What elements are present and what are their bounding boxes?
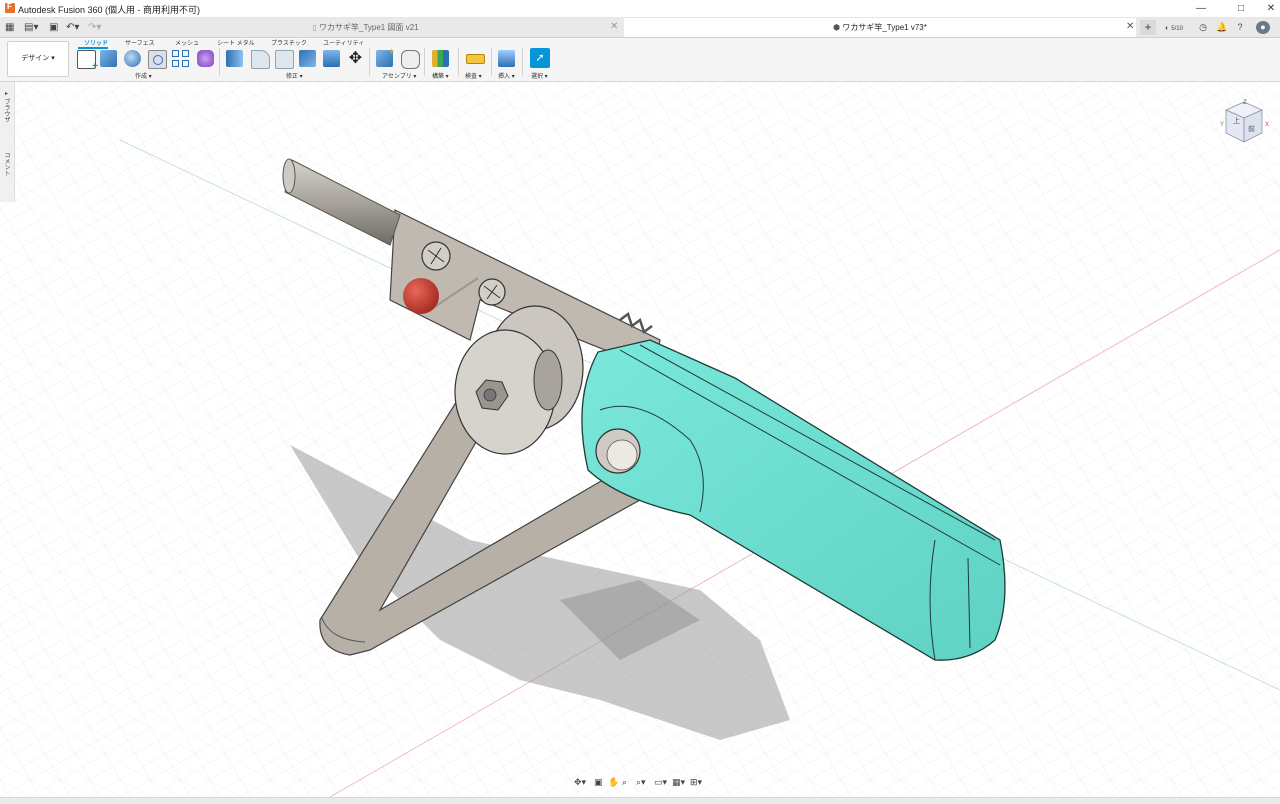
move-icon[interactable]: ✥ — [347, 50, 364, 67]
orbit-icon[interactable]: ✥▾ — [574, 777, 586, 788]
modify-menu[interactable]: 修正 ▾ — [286, 71, 303, 80]
chamfer-icon[interactable] — [275, 50, 294, 69]
construct-menu[interactable]: 構築 ▾ — [432, 71, 449, 80]
tab-model-document[interactable]: ⬢ ワカサギ竿_Type1 v73* — [624, 18, 1136, 37]
fillet-icon[interactable] — [251, 50, 270, 69]
tab-utility[interactable]: ユーティリティ — [323, 38, 364, 47]
insert-menu[interactable]: 挿入 ▾ — [498, 71, 515, 80]
separator — [458, 48, 459, 76]
notifications-icon[interactable]: 🔔 — [1215, 20, 1229, 35]
offset-plane-icon[interactable] — [432, 50, 449, 67]
tab-plastic[interactable]: プラスチック — [271, 38, 307, 47]
measure-icon[interactable] — [466, 54, 485, 64]
clock-icon[interactable]: ◷ — [1196, 20, 1210, 35]
title-bar: Autodesk Fusion 360 (個人用 - 商用利用不可) — □ ✕ — [0, 0, 1280, 18]
extrude-icon[interactable] — [100, 50, 117, 67]
separator — [219, 48, 220, 76]
separator — [424, 48, 425, 76]
3d-viewport[interactable]: 上 前 X Y Z — [0, 82, 1280, 797]
tab-surface[interactable]: サーフェス — [125, 38, 155, 47]
model-canvas[interactable] — [0, 82, 1280, 797]
grid-icon[interactable]: ▦▾ — [672, 777, 685, 788]
tab-sheet-metal[interactable]: シート メタル — [217, 38, 255, 47]
form-icon[interactable] — [197, 50, 214, 67]
view-cube[interactable] — [1224, 100, 1264, 144]
nut-bore — [483, 388, 497, 402]
insert-image-icon[interactable] — [498, 50, 515, 67]
viewcube-top-label: 上 — [1233, 118, 1240, 125]
maximize-button[interactable]: □ — [1226, 1, 1256, 16]
viewcube-x-axis: X — [1265, 122, 1270, 128]
separator — [369, 48, 370, 76]
display-icon[interactable]: ▭▾ — [654, 777, 667, 788]
float-ball[interactable] — [403, 278, 439, 314]
redo-icon[interactable]: ↷▾ — [88, 21, 101, 34]
close-tab-icon[interactable]: ✕ — [1126, 21, 1134, 32]
tab-solid[interactable]: ソリッド — [84, 38, 108, 47]
pan-icon[interactable]: ✋ — [608, 777, 619, 788]
close-window-button[interactable]: ✕ — [1256, 1, 1280, 16]
select-icon[interactable]: ➚ — [530, 48, 550, 68]
viewcube-front-label: 前 — [1248, 126, 1255, 133]
job-status[interactable]: ◐ 5/10 — [1161, 20, 1187, 35]
file-icon[interactable]: ▤▾ — [24, 21, 38, 34]
hole-icon[interactable] — [148, 50, 167, 69]
window-title: Autodesk Fusion 360 (個人用 - 商用利用不可) — [18, 5, 201, 15]
job-status-count: 5/10 — [1171, 26, 1183, 32]
select-menu[interactable]: 選択 ▾ — [531, 71, 548, 80]
active-tab-indicator — [78, 47, 108, 49]
browser-label[interactable]: ▸ ブラウザ — [2, 90, 11, 123]
tab-mesh[interactable]: メッシュ — [175, 38, 199, 47]
viewcube-y-axis: Y — [1220, 122, 1225, 128]
tab-drawing-document[interactable]: ▯ ワカサギ竿_Type1 図面 v21 — [108, 18, 623, 37]
pattern-icon[interactable] — [172, 50, 189, 67]
create-menu[interactable]: 作成 ▾ — [135, 71, 152, 80]
inspect-menu[interactable]: 検査 ▾ — [465, 71, 482, 80]
minimize-button[interactable]: — — [1186, 1, 1216, 16]
pivot-cap — [606, 439, 638, 471]
fit-icon[interactable]: ⌕▾ — [636, 777, 646, 788]
new-component-icon[interactable]: ✦ — [376, 47, 395, 67]
viewports-icon[interactable]: ⊞▾ — [690, 777, 702, 788]
separator — [522, 48, 523, 76]
tab-label: ワカサギ竿_Type1 図面 v21 — [319, 23, 419, 32]
assemble-menu[interactable]: アセンブリ ▾ — [382, 71, 416, 80]
create-sketch-icon[interactable]: + — [77, 50, 98, 72]
comments-label[interactable]: コメント — [2, 152, 11, 176]
new-tab-button[interactable]: + — [1140, 20, 1156, 35]
user-avatar[interactable]: ● — [1256, 21, 1270, 34]
rod-end — [282, 158, 296, 194]
press-pull-icon[interactable] — [226, 50, 243, 67]
separator — [491, 48, 492, 76]
close-tab-icon[interactable]: ✕ — [610, 21, 618, 32]
save-icon[interactable]: ▣ — [49, 21, 58, 34]
viewcube-z-axis: Z — [1243, 100, 1247, 106]
tab-label: ワカサギ竿_Type1 v73* — [842, 23, 927, 32]
grid-icon[interactable]: ▦ — [5, 21, 14, 34]
model-doc-icon: ⬢ — [833, 23, 843, 32]
shell-icon[interactable] — [299, 50, 316, 67]
fusion-app-icon — [5, 2, 15, 13]
reel-hub — [533, 349, 563, 411]
undo-icon[interactable]: ↶▾ — [66, 21, 79, 34]
look-icon[interactable]: ▣ — [594, 777, 603, 788]
zoom-icon[interactable]: ⌕ — [622, 777, 627, 788]
joint-icon[interactable] — [401, 50, 420, 69]
help-icon[interactable]: ? — [1233, 20, 1247, 35]
document-tab-bar: ▦ ▤▾ ▣ ↶▾ ↷▾ ▯ ワカサギ竿_Type1 図面 v21 ✕ ⬢ ワカ… — [0, 18, 1280, 38]
workspace-switcher[interactable]: デザイン ▾ — [7, 41, 69, 77]
revolve-icon[interactable] — [124, 50, 141, 67]
browser-panel-collapsed[interactable]: ▸ ブラウザ コメント — [0, 82, 15, 202]
combine-icon[interactable] — [323, 50, 340, 67]
ribbon-toolbar: デザイン ▾ ソリッド サーフェス メッシュ シート メタル プラスチック ユー… — [0, 38, 1280, 82]
